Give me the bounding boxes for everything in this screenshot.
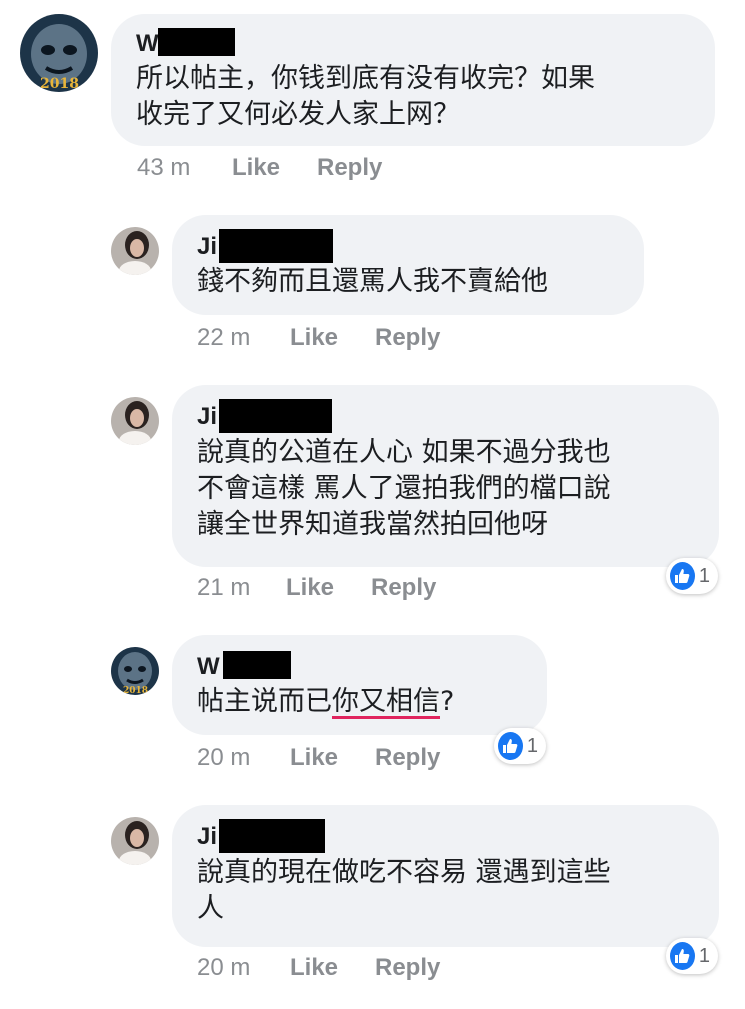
comment-text: 說真的公道在人心 如果不過分我也 不會這樣 罵人了還拍我們的檔口說 讓全世界知道… (197, 437, 611, 540)
redaction-bar (223, 651, 291, 679)
reply-button[interactable]: Reply (375, 954, 440, 982)
comment-author[interactable]: W (136, 30, 159, 58)
reaction-badge[interactable]: 1 (666, 558, 718, 594)
comment-text: 所以帖主，你钱到底有没有收完？如果 收完了又何必发人家上网？ (136, 63, 595, 130)
comment-meta: 22 m Like Reply (197, 324, 597, 354)
comment-bubble: W 帖主说而已你又相信? (172, 635, 547, 735)
avatar[interactable] (111, 397, 159, 445)
redaction-bar (158, 28, 235, 56)
demon-mask-icon: 2018 (111, 647, 159, 695)
thumbs-up-icon (670, 942, 695, 970)
comment-text: 說真的現在做吃不容易 還遇到這些 人 (197, 857, 611, 924)
redaction-bar (219, 229, 333, 263)
comment-bubble: W 所以帖主，你钱到底有没有收完？如果 收完了又何必发人家上网？ (111, 14, 715, 146)
reaction-count: 1 (698, 944, 710, 967)
comment-time: 43 m (137, 154, 191, 181)
comment-author[interactable]: Ji (197, 823, 217, 851)
comment-text-part: ? (440, 686, 455, 717)
like-button[interactable]: Like (290, 744, 338, 772)
reply-button[interactable]: Reply (375, 324, 440, 352)
reaction-count: 1 (698, 564, 710, 587)
comment-author[interactable]: W (197, 653, 220, 681)
woman-photo-icon (111, 817, 159, 865)
comment-author[interactable]: Ji (197, 403, 217, 431)
comment-time: 22 m (197, 324, 251, 351)
comment-text-part: 帖主说而已 (197, 686, 332, 717)
redaction-bar (219, 819, 325, 853)
comment-meta: 43 m Like Reply (137, 154, 537, 184)
like-button[interactable]: Like (286, 574, 334, 602)
comment-bubble: Ji 說真的公道在人心 如果不過分我也 不會這樣 罵人了還拍我們的檔口說 讓全世… (172, 385, 719, 567)
comment-time: 21 m (197, 574, 251, 601)
like-button[interactable]: Like (290, 324, 338, 352)
comment-text: 錢不夠而且還罵人我不賣給他 (197, 266, 548, 297)
comment-meta: 20 m Like Reply (197, 744, 597, 774)
thumbs-up-icon (670, 562, 695, 590)
demon-mask-icon: 2018 (20, 14, 98, 92)
spellcheck-underlined-text: 你又相信 (332, 686, 440, 717)
comment-text: 帖主说而已你又相信? (197, 684, 454, 720)
avatar[interactable]: 2018 (20, 14, 98, 92)
woman-photo-icon (111, 227, 159, 275)
avatar[interactable] (111, 227, 159, 275)
reaction-badge[interactable]: 1 (666, 938, 718, 974)
avatar[interactable]: 2018 (111, 647, 159, 695)
reply-button[interactable]: Reply (375, 744, 440, 772)
reply-button[interactable]: Reply (371, 574, 436, 602)
avatar[interactable] (111, 817, 159, 865)
comment-bubble: Ji 說真的現在做吃不容易 還遇到這些 人 (172, 805, 719, 947)
svg-text:2018: 2018 (40, 76, 79, 92)
redaction-bar (219, 399, 332, 433)
like-button[interactable]: Like (232, 154, 280, 182)
comment-time: 20 m (197, 954, 251, 981)
woman-photo-icon (111, 397, 159, 445)
svg-text:2018: 2018 (123, 686, 148, 695)
comment-meta: 20 m Like Reply (197, 954, 597, 984)
like-button[interactable]: Like (290, 954, 338, 982)
comment-meta: 21 m Like Reply (197, 574, 597, 604)
reply-button[interactable]: Reply (317, 154, 382, 182)
comment-author[interactable]: Ji (197, 233, 217, 261)
comment-bubble: Ji 錢不夠而且還罵人我不賣給他 (172, 215, 644, 315)
comment-time: 20 m (197, 744, 251, 771)
